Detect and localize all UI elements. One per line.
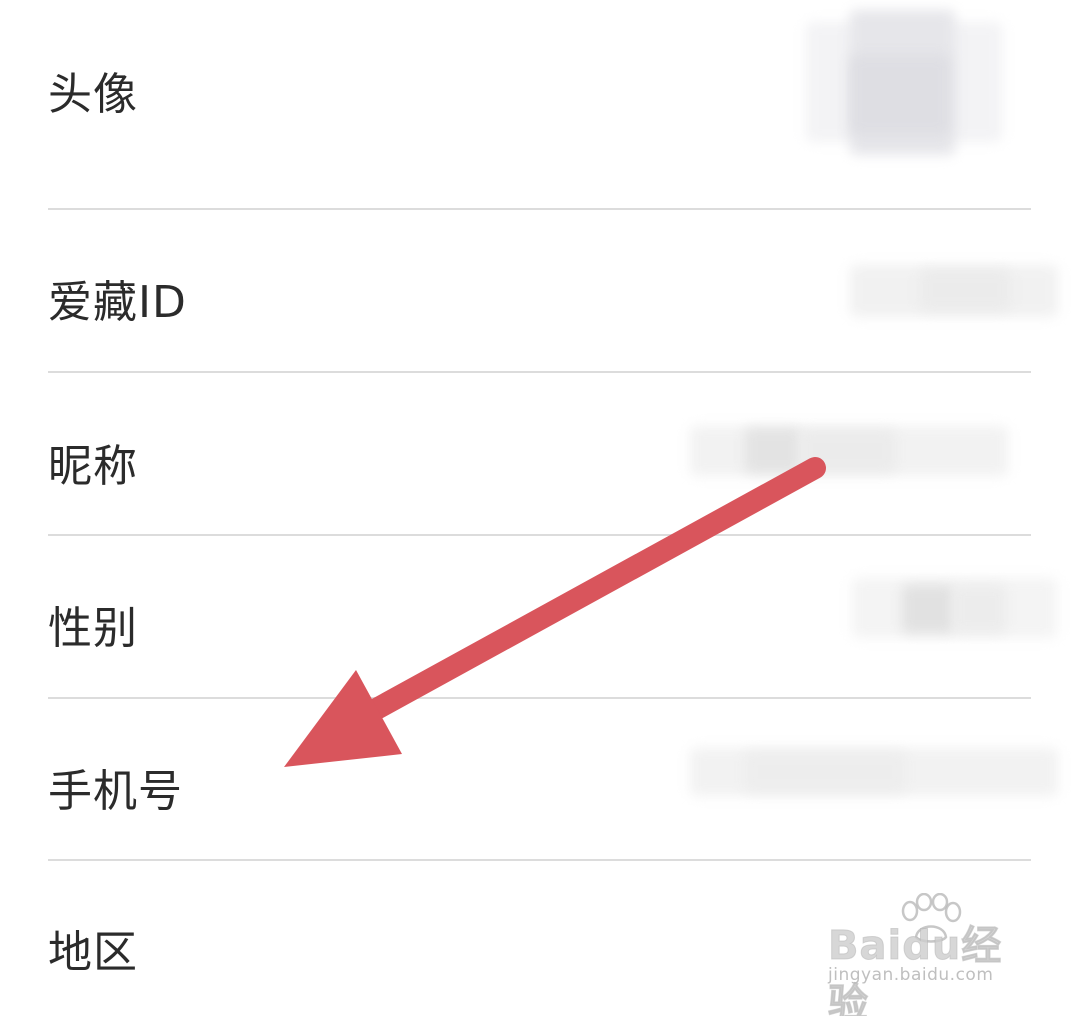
row-label-phone: 手机号: [48, 766, 183, 817]
row-divider: [48, 697, 1031, 699]
row-divider: [48, 859, 1031, 861]
row-divider: [48, 371, 1031, 373]
row-label-id: 爱藏ID: [48, 277, 187, 328]
watermark-url: jingyan.baidu.com: [828, 965, 994, 985]
baidu-jingyan-watermark: Baidu经验 jingyan.baidu.com: [822, 893, 1032, 1016]
row-divider: [48, 534, 1031, 536]
profile-settings-page: 头像 爱藏ID 昵称 性别 手机号 地区 Baidu经验 jingyan.bai…: [0, 0, 1076, 1016]
row-label-region: 地区: [48, 927, 138, 978]
row-label-nickname: 昵称: [48, 441, 138, 492]
row-label-avatar: 头像: [48, 69, 138, 120]
row-label-gender: 性别: [48, 603, 138, 654]
row-divider: [48, 208, 1031, 210]
